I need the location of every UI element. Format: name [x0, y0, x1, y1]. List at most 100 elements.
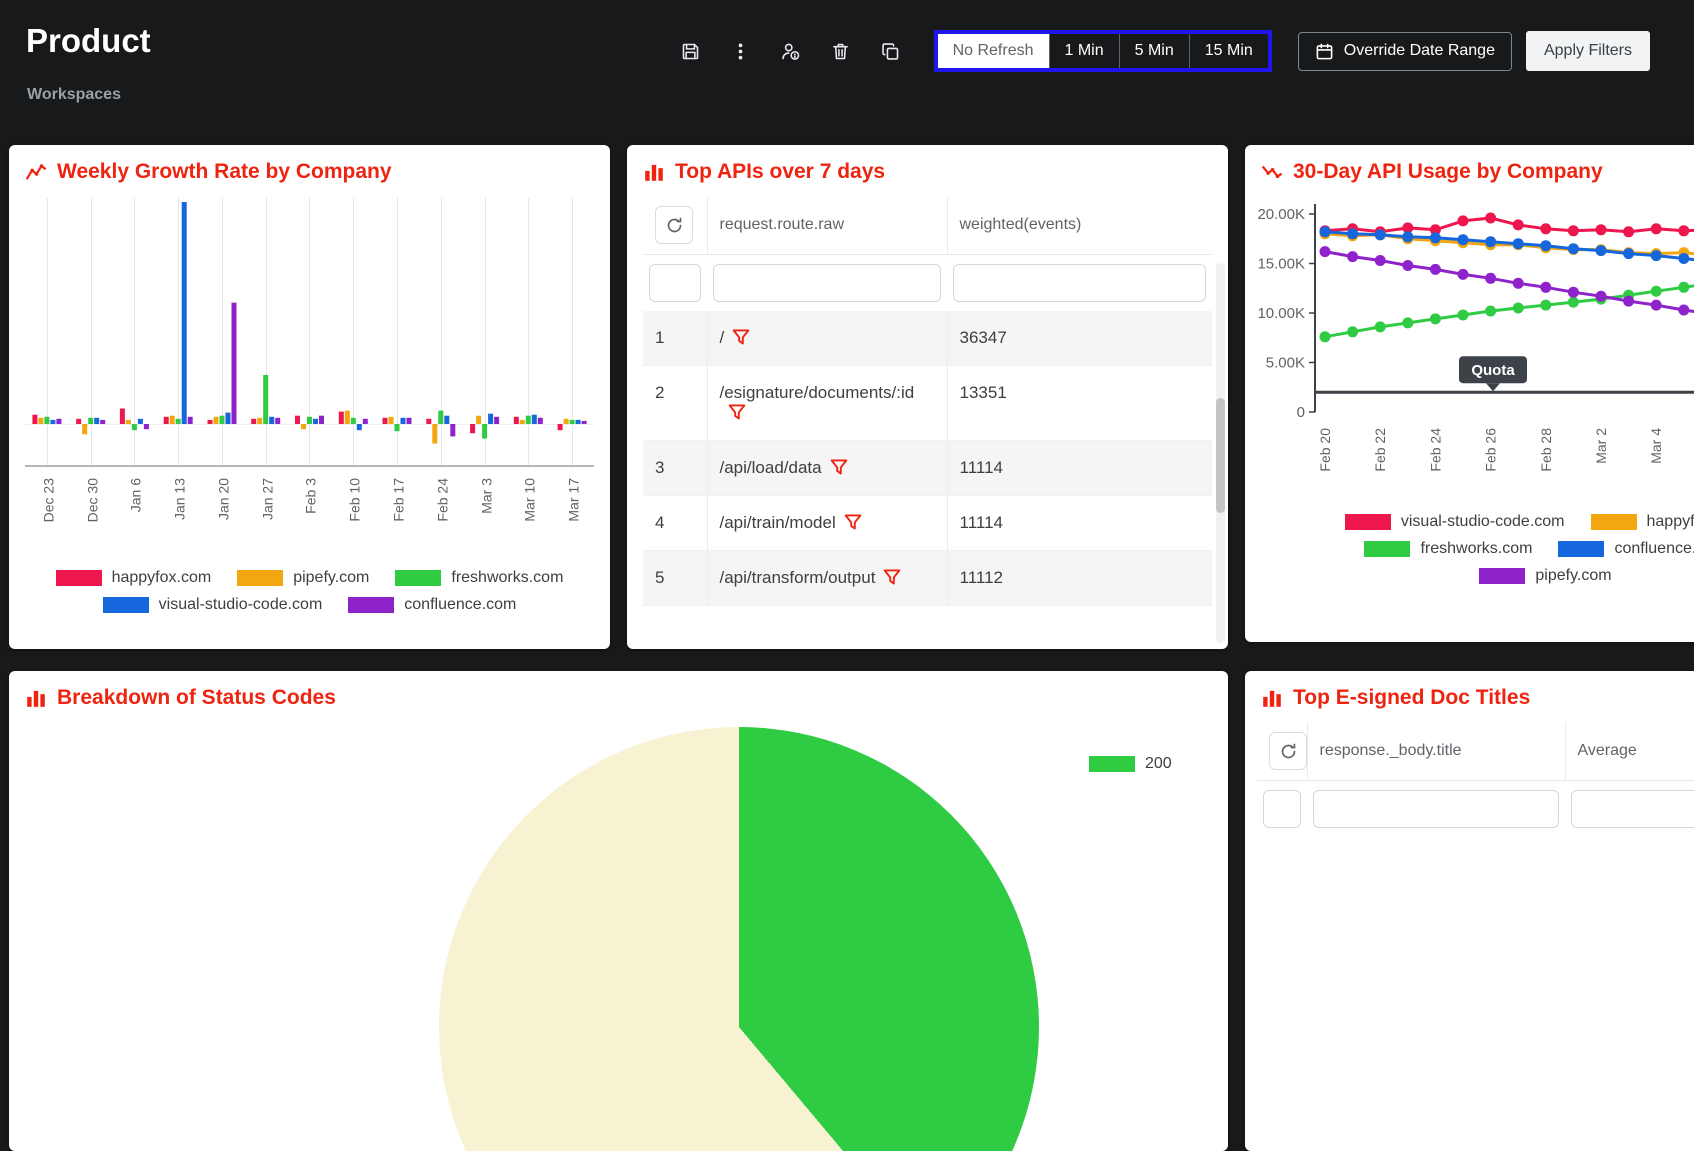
api-table-row[interactable]: 1 / 36347 — [643, 311, 1212, 366]
card-title-text: 30-Day API Usage by Company — [1293, 160, 1603, 184]
row-value: 11112 — [947, 551, 1212, 606]
legend-row: visual-studio-code.com happyfox.com — [1345, 513, 1694, 531]
svg-text:Mar 3: Mar 3 — [479, 478, 495, 514]
scrollbar-thumb[interactable] — [1216, 398, 1225, 513]
usage-legend: visual-studio-code.com happyfox.com freshw… — [1245, 513, 1694, 585]
status-codes-pie-chart[interactable] — [439, 727, 1039, 1151]
row-rank: 3 — [643, 441, 707, 496]
column-header-weighted[interactable]: weighted(events) — [947, 196, 1212, 255]
svg-text:Feb 22: Feb 22 — [1372, 428, 1388, 472]
card-title-text: Weekly Growth Rate by Company — [57, 160, 392, 184]
legend-item[interactable]: 200 — [1089, 755, 1172, 773]
weekly-growth-chart[interactable]: Dec 23 Dec 30 Jan 6 Jan 13 Jan 20 Jan 27 Feb 3… — [9, 190, 610, 567]
svg-text:Jan 27: Jan 27 — [260, 478, 276, 520]
column-header-route[interactable]: request.route.raw — [707, 196, 947, 255]
svg-text:Feb 24: Feb 24 — [435, 478, 451, 522]
route-value: /api/transform/output — [720, 568, 876, 587]
api-table-row[interactable]: 4/api/train/model11114 — [643, 496, 1212, 551]
legend-label: visual-studio-code.com — [159, 596, 323, 614]
row-rank: 1 — [643, 311, 707, 366]
legend-swatch — [1345, 514, 1391, 530]
override-date-range-label: Override Date Range — [1344, 42, 1495, 60]
table-header-row: request.route.raw weighted(events) — [643, 196, 1212, 255]
refresh-option[interactable]: 1 Min — [1049, 34, 1119, 68]
filter-input-route[interactable] — [713, 264, 941, 302]
svg-text:Dec 30: Dec 30 — [85, 478, 101, 523]
legend-item[interactable]: freshworks.com — [1364, 540, 1532, 558]
legend-item[interactable]: pipefy.com — [1479, 567, 1611, 585]
filter-input-weighted[interactable] — [953, 264, 1206, 302]
refresh-interval-group: No Refresh1 Min5 Min15 Min — [934, 30, 1272, 72]
override-date-range-button[interactable]: Override Date Range — [1298, 32, 1512, 71]
refresh-option[interactable]: No Refresh — [938, 34, 1049, 68]
status-codes-legend: 200 — [1089, 755, 1172, 773]
save-icon[interactable] — [680, 39, 704, 63]
legend-swatch — [1479, 568, 1525, 584]
user-permissions-icon[interactable] — [780, 39, 804, 63]
column-header-average[interactable]: Average — [1565, 722, 1694, 781]
table-filter-row — [643, 255, 1212, 312]
legend-item[interactable]: confluence.com — [1558, 540, 1694, 558]
row-route: /esignature/documents/:id — [707, 366, 947, 441]
filter-funnel-icon[interactable] — [728, 403, 746, 421]
usage-line-chart[interactable]: 20.00K15.00K10.00K5.00K0QuotaFeb 20Feb 2… — [1245, 190, 1694, 511]
bar-chart-icon — [1261, 687, 1283, 709]
svg-text:Dec 23: Dec 23 — [41, 478, 57, 523]
top-apis-table: request.route.raw weighted(events) 1 / 363… — [643, 196, 1212, 606]
card-top-apis: Top APIs over 7 days request.route.raw w… — [627, 145, 1228, 649]
svg-text:Feb 3: Feb 3 — [303, 478, 319, 514]
filter-funnel-icon[interactable] — [732, 328, 750, 346]
apply-filters-button[interactable]: Apply Filters — [1526, 31, 1650, 71]
kebab-menu-icon[interactable] — [730, 39, 754, 63]
row-rank: 2 — [643, 366, 707, 441]
weekly-growth-legend: happyfox.com pipefy.com freshworks.com visu… — [9, 569, 610, 614]
refresh-option[interactable]: 15 Min — [1189, 34, 1268, 68]
bar-chart-icon — [25, 687, 47, 709]
legend-item[interactable]: confluence.com — [348, 596, 516, 614]
table-refresh-button[interactable] — [1269, 732, 1307, 770]
api-table-row[interactable]: 3/api/load/data11114 — [643, 441, 1212, 496]
card-title-text: Top APIs over 7 days — [675, 160, 885, 184]
legend-swatch — [237, 570, 283, 586]
legend-swatch — [103, 597, 149, 613]
legend-item[interactable]: happyfox.com — [56, 569, 212, 587]
row-value: 13351 — [947, 366, 1212, 441]
legend-swatch — [1591, 514, 1637, 530]
trash-icon[interactable] — [830, 39, 854, 63]
svg-text:15.00K: 15.00K — [1257, 256, 1305, 273]
filter-input-title[interactable] — [1313, 790, 1559, 828]
legend-item[interactable]: pipefy.com — [237, 569, 369, 587]
filter-funnel-icon[interactable] — [883, 568, 901, 586]
legend-row: visual-studio-code.com confluence.com — [103, 596, 517, 614]
row-value: 36347 — [947, 311, 1212, 366]
table-refresh-button[interactable] — [655, 206, 693, 244]
column-header-title[interactable]: response._body.title — [1307, 722, 1565, 781]
filter-input-rank[interactable] — [649, 264, 701, 302]
legend-label: freshworks.com — [1420, 540, 1532, 558]
legend-item[interactable]: visual-studio-code.com — [103, 596, 323, 614]
filter-funnel-icon[interactable] — [844, 513, 862, 531]
table-scrollbar[interactable] — [1216, 263, 1225, 643]
row-value: 11114 — [947, 496, 1212, 551]
svg-text:Jan 20: Jan 20 — [216, 478, 232, 520]
svg-text:Jan 6: Jan 6 — [128, 478, 144, 512]
refresh-option[interactable]: 5 Min — [1119, 34, 1189, 68]
line-chart-icon — [25, 161, 47, 183]
copy-icon[interactable] — [880, 39, 904, 63]
card-status-codes: Breakdown of Status Codes 200 — [9, 671, 1228, 1151]
route-value: / — [720, 328, 725, 347]
refresh-icon — [665, 216, 684, 235]
legend-item[interactable]: freshworks.com — [395, 569, 563, 587]
api-table-row[interactable]: 5/api/transform/output11112 — [643, 551, 1212, 606]
legend-item[interactable]: happyfox.com — [1591, 513, 1694, 531]
svg-text:5.00K: 5.00K — [1266, 355, 1305, 372]
api-table-row[interactable]: 2/esignature/documents/:id13351 — [643, 366, 1212, 441]
filter-input-rank[interactable] — [1263, 790, 1301, 828]
row-route: /api/transform/output — [707, 551, 947, 606]
breadcrumb-workspaces: Workspaces — [27, 86, 121, 104]
legend-item[interactable]: visual-studio-code.com — [1345, 513, 1565, 531]
esigned-docs-table: response._body.title Average — [1257, 722, 1694, 837]
filter-input-average[interactable] — [1571, 790, 1694, 828]
svg-text:Jan 13: Jan 13 — [172, 478, 188, 520]
filter-funnel-icon[interactable] — [830, 458, 848, 476]
